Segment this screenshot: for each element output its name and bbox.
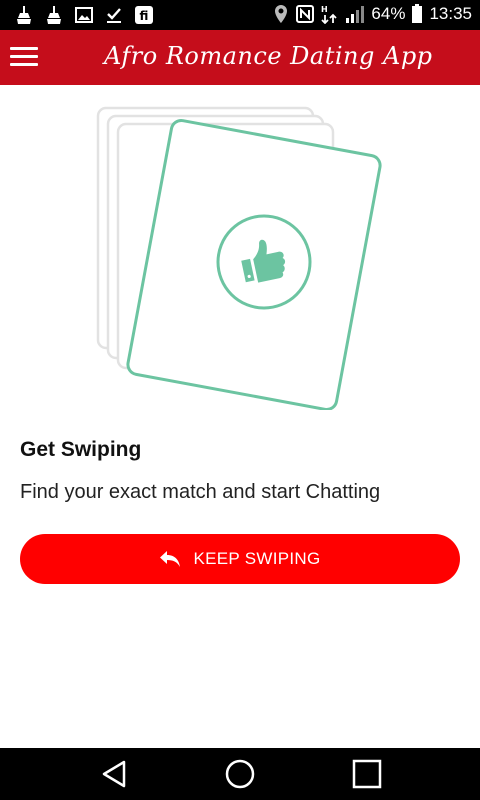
system-status: H 64% 13:35 bbox=[273, 4, 472, 24]
data-arrows-icon: H bbox=[321, 5, 338, 24]
location-icon bbox=[275, 5, 288, 23]
nfc-icon bbox=[296, 5, 315, 23]
swipe-cards-illustration bbox=[90, 100, 390, 412]
download-done-icon bbox=[107, 8, 121, 23]
back-triangle-icon[interactable] bbox=[98, 758, 132, 790]
navigation-bar bbox=[0, 748, 480, 800]
cleaner-icon bbox=[47, 6, 61, 24]
svg-text:fi: fi bbox=[140, 9, 149, 23]
app-title: Afro Romance Dating App bbox=[104, 42, 433, 70]
battery-icon bbox=[412, 4, 423, 23]
keep-swiping-button[interactable]: KEEP SWIPING bbox=[20, 534, 460, 584]
keep-swiping-label: KEEP SWIPING bbox=[193, 549, 321, 568]
notification-icons: fi bbox=[14, 5, 154, 25]
svg-text:H: H bbox=[321, 5, 328, 14]
battery-percent: 64% bbox=[371, 4, 406, 23]
headline: Get Swiping bbox=[20, 438, 142, 461]
clock: 13:35 bbox=[429, 4, 472, 23]
app-bar: Afro Romance Dating App bbox=[0, 30, 480, 85]
fi-app-icon: fi bbox=[135, 6, 153, 24]
description: Find your exact match and start Chatting bbox=[20, 481, 381, 503]
status-bar: fi H 64% 13:35 bbox=[0, 0, 480, 30]
image-icon bbox=[75, 7, 93, 23]
recents-square-icon[interactable] bbox=[350, 758, 384, 790]
reply-arrow-icon bbox=[160, 551, 181, 567]
cleaner-icon bbox=[17, 6, 31, 24]
hamburger-menu-icon[interactable] bbox=[10, 44, 38, 70]
signal-icon bbox=[346, 6, 365, 23]
home-circle-icon[interactable] bbox=[223, 758, 257, 790]
